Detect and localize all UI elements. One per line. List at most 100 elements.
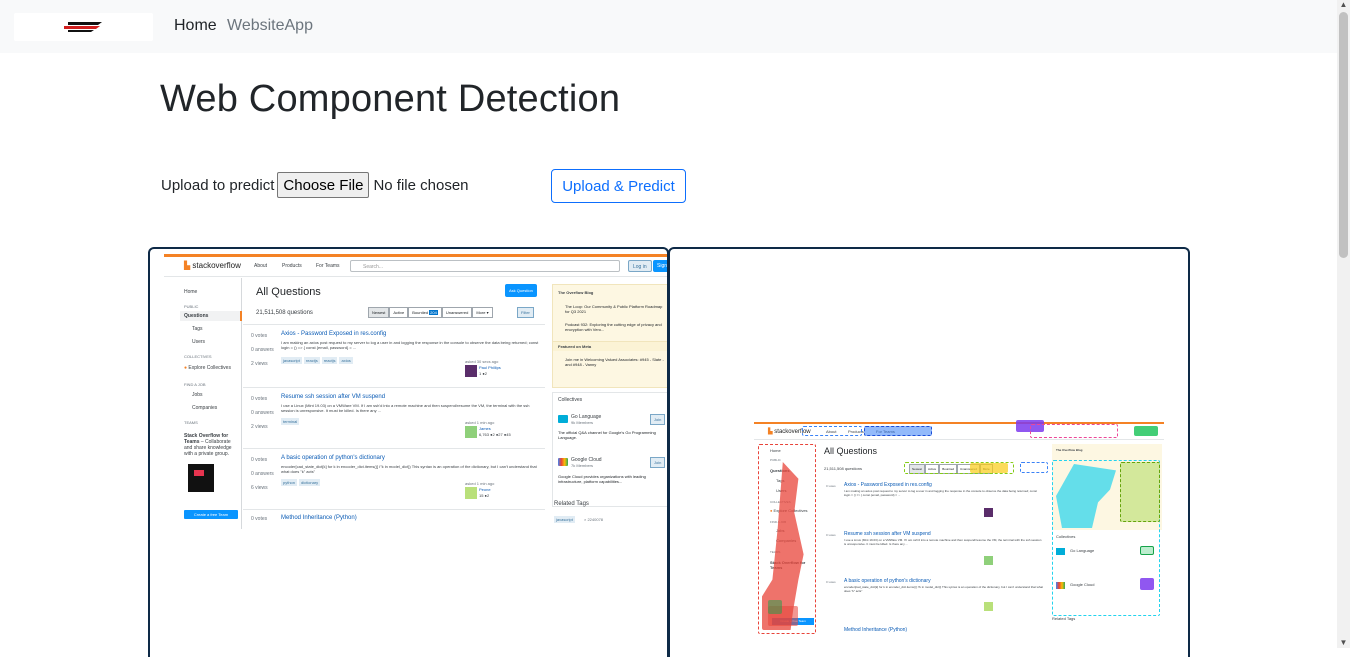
choose-file-button[interactable]: Choose File	[277, 172, 370, 198]
so-ask-button: Ask Question	[505, 284, 537, 297]
so-collective-members: 9k Members	[571, 420, 594, 425]
scroll-up-arrow-icon[interactable]: ▲	[1339, 0, 1348, 10]
so-signup: Sign up	[653, 260, 667, 272]
detection-box	[768, 600, 782, 614]
detection-box	[1120, 462, 1160, 522]
so-nav-products: Products	[282, 263, 302, 269]
so-q-avatar	[984, 556, 993, 565]
so-filter-active: Active	[389, 307, 409, 318]
so-q-views: 6 views	[251, 485, 268, 491]
so-q-user: Peone	[479, 487, 491, 492]
so-q-avatar	[465, 365, 477, 377]
detection-box	[864, 426, 932, 436]
so-q-votes: 0 votes	[251, 457, 268, 463]
so-q-votes: 0 votes	[251, 516, 268, 522]
so-meta-header: Featured on Meta	[553, 341, 667, 351]
so-side-teams: TEAMS	[184, 420, 198, 425]
so-side-home: Home	[184, 289, 198, 295]
so-q-views: 2 views	[251, 424, 268, 430]
nav-websiteapp-link[interactable]: WebsiteApp	[227, 17, 313, 35]
so-q-tag: reactjs	[321, 357, 338, 364]
so-count: 21,511,508 questions	[256, 310, 313, 316]
so-filter-unanswered: Unanswered	[441, 307, 473, 318]
so-q-title: A basic operation of python's dictionary	[281, 455, 385, 461]
so-q-tags: javascript reactjs reactjs axios	[281, 357, 353, 364]
so-question-row: 0 votes 0 answers 6 views A basic operat…	[243, 448, 545, 508]
so-header: ▙ stackoverflow About Products For Teams…	[164, 257, 667, 277]
nav-home-link[interactable]: Home	[174, 17, 217, 35]
so-side-collectives: COLLECTIVES	[184, 354, 212, 359]
so-q-excerpt: encoder[cad_state_dict[k] for k in encod…	[281, 464, 537, 474]
so-logo: ▙ stackoverflow	[184, 261, 241, 270]
so-q-excerpt: I use a Linux (Mint 19.03) on a VMWare V…	[844, 538, 1042, 546]
so-q-title: Resume ssh session after VM suspend	[281, 394, 386, 400]
original-screenshot: ▙ stackoverflow About Products For Teams…	[164, 254, 667, 529]
so-blog-widget: The Overflow Blog The Loop: Our Communit…	[552, 284, 667, 388]
upload-label: Upload to predict	[161, 176, 275, 194]
so-q-title: Method Inheritance (Python)	[844, 627, 908, 633]
so-q-excerpt: I use a Linux (Mint 19.03) on a VMWare V…	[281, 403, 530, 413]
page-scrollbar[interactable]: ▲ ▼	[1337, 0, 1350, 648]
upload-predict-button[interactable]: Upload & Predict	[551, 169, 686, 203]
so-q-asked: asked 30 secs ago	[465, 359, 499, 364]
so-count: 21,511,508 questions	[824, 466, 862, 471]
so-q-rep: 1 ●2	[479, 371, 487, 376]
predicted-screenshot: ▙ stackoverflow About Products For Teams…	[754, 420, 1164, 638]
so-q-excerpt: I am making an axios post request to my …	[844, 489, 1037, 497]
so-side-explore: ● Explore Collectives	[184, 365, 231, 371]
page-title: Web Component Detection	[160, 78, 621, 120]
so-q-tags: python dictionary	[281, 479, 321, 486]
so-q-rep: 6,763 ●2 ●27 ●45	[479, 432, 511, 437]
so-q-tag: reactjs	[303, 357, 320, 364]
so-related-tag: javascript	[554, 516, 575, 523]
so-q-tags: terminal	[281, 418, 300, 425]
go-logo-icon	[558, 415, 568, 423]
detection-box	[1134, 426, 1158, 436]
original-image-panel: ▙ stackoverflow About Products For Teams…	[148, 247, 669, 657]
so-q-tag: javascript	[281, 357, 302, 364]
so-q-rep: 15 ●2	[479, 493, 490, 498]
so-nav-about: About	[254, 263, 268, 269]
so-collectives-title: Collectives	[558, 397, 583, 403]
so-side-users: Users	[192, 339, 206, 345]
so-q-user: Paul Phillips	[479, 365, 501, 370]
so-q-votes: 0 votes	[826, 580, 836, 584]
so-teams-button: Create a free Team	[184, 510, 238, 519]
so-q-answers: 0 answers	[251, 347, 274, 353]
so-nav-teams: For Teams	[316, 263, 340, 269]
so-side-tags: Tags	[192, 326, 203, 332]
so-q-title: A basic operation of python's dictionary	[844, 578, 931, 584]
so-collective-join: Join	[650, 414, 666, 425]
so-q-answers: 0 answers	[251, 410, 274, 416]
so-teams-image	[188, 464, 214, 492]
so-side-jobs: Jobs	[192, 392, 203, 398]
detection-box	[802, 426, 862, 436]
so-q-title: Method Inheritance (Python)	[281, 515, 357, 521]
so-side-findjob: FIND A JOB	[184, 382, 206, 387]
so-q-title: Axios - Password Exposed in res.config	[844, 482, 932, 488]
so-q-tag: dictionary	[299, 479, 321, 486]
so-related-count: × 2240078	[584, 517, 604, 522]
so-teams-promo: Stack Overflow for Teams – Collaborate a…	[184, 433, 232, 457]
so-side-questions: Questions	[180, 311, 242, 321]
so-search: Search...	[350, 260, 620, 272]
top-navbar: Home WebsiteApp	[0, 0, 1337, 53]
so-blog-item: The Loop: Our Community & Public Platfor…	[565, 304, 663, 314]
so-q-tag: terminal	[281, 418, 300, 425]
so-q-tag: axios	[339, 357, 353, 364]
so-blog-title: The Overflow Blog	[558, 290, 594, 295]
so-q-votes: 0 votes	[251, 333, 268, 339]
brand-logo[interactable]	[14, 13, 153, 41]
so-q-title: Axios - Password Exposed in res.config	[281, 331, 387, 337]
so-q-excerpt: encoder[cad_state_dict[k] for k in encod…	[844, 585, 1043, 593]
so-filter-more: More ▾	[472, 307, 493, 318]
so-related-title: Related Tags	[554, 501, 589, 507]
scrollbar-thumb[interactable]	[1339, 12, 1348, 258]
prediction-image-panel: ▙ stackoverflow About Products For Teams…	[668, 247, 1190, 657]
so-q-avatar	[465, 487, 477, 499]
so-q-asked: asked 1 min ago	[465, 481, 495, 486]
so-q-votes: 0 votes	[251, 396, 268, 402]
so-q-user: James	[479, 426, 491, 431]
so-teams-image-accent	[194, 470, 204, 476]
scroll-down-arrow-icon[interactable]: ▼	[1339, 638, 1348, 648]
